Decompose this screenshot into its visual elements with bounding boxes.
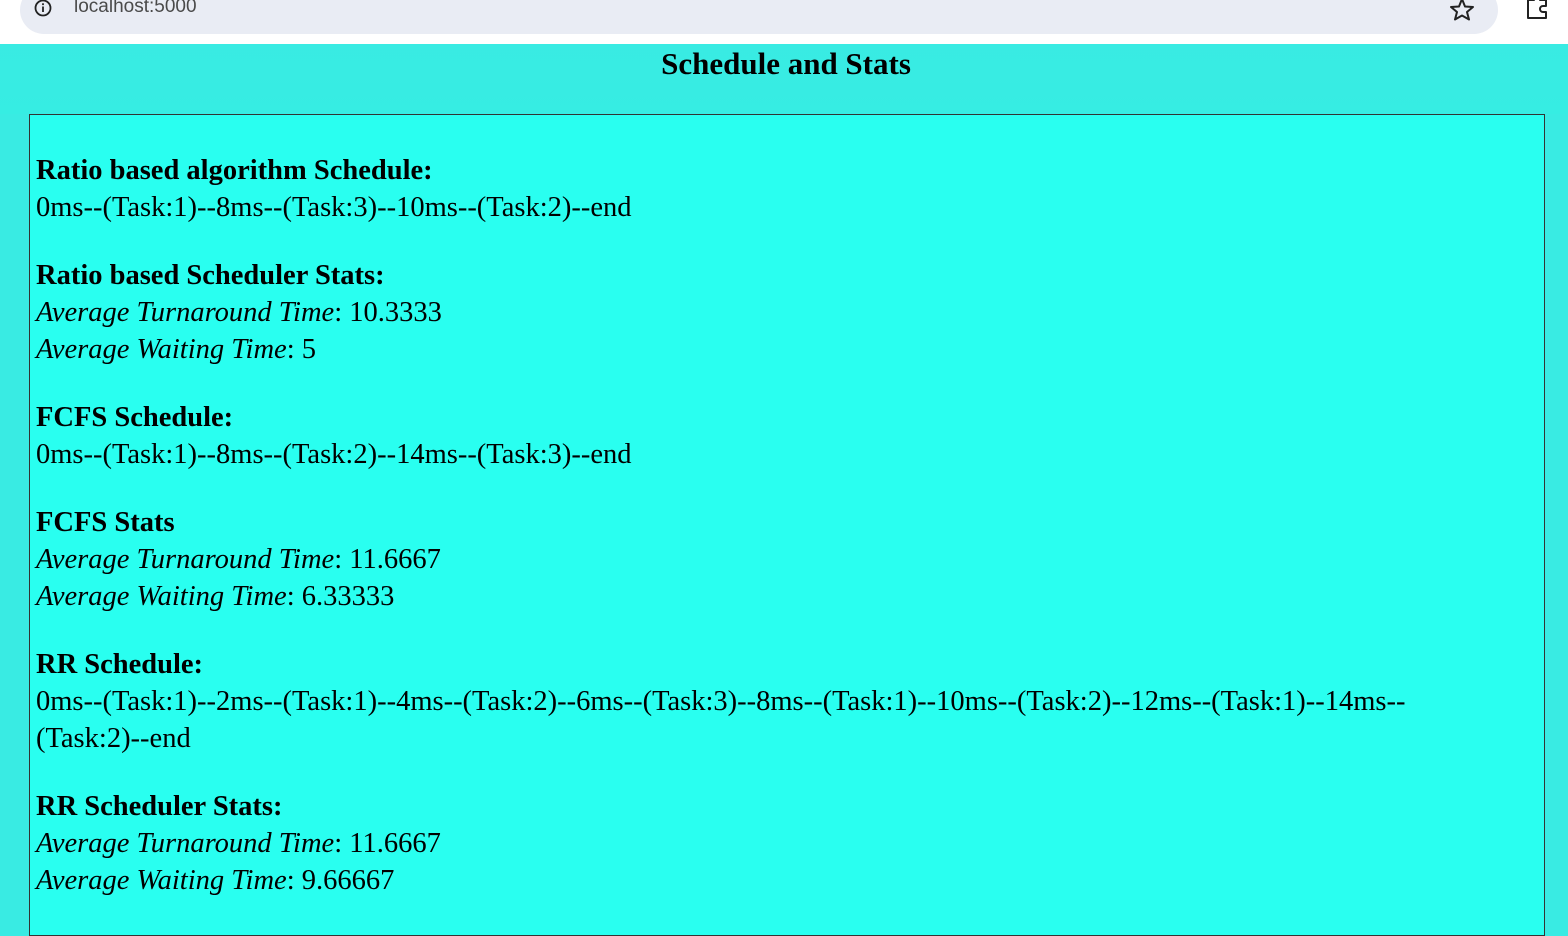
ratio-stats-section: Ratio based Scheduler Stats: Average Tur… <box>36 257 1536 368</box>
ratio-schedule-timeline: 0ms--(Task:1)--8ms--(Task:3)--10ms--(Tas… <box>36 192 632 223</box>
rr-waiting-row: Average Waiting Time: 9.66667 <box>36 862 1536 899</box>
results-content: Ratio based algorithm Schedule: 0ms--(Ta… <box>36 152 1536 930</box>
address-bar[interactable] <box>20 0 1498 34</box>
fcfs-schedule-section: FCFS Schedule: 0ms--(Task:1)--8ms--(Task… <box>36 399 1536 473</box>
fcfs-stats-section: FCFS Stats Average Turnaround Time: 11.6… <box>36 504 1536 615</box>
info-icon[interactable] <box>34 0 52 17</box>
waiting-label: Average Waiting Time <box>36 865 287 896</box>
ratio-stats-heading: Ratio based Scheduler Stats: <box>36 260 385 291</box>
turnaround-label: Average Turnaround Time <box>36 297 335 328</box>
ratio-schedule-heading: Ratio based algorithm Schedule: <box>36 155 433 186</box>
rr-stats-heading: RR Scheduler Stats: <box>36 791 283 822</box>
waiting-value: : 5 <box>286 334 316 365</box>
turnaround-value: : 11.6667 <box>334 828 441 859</box>
url-text[interactable]: localhost:5000 <box>74 0 197 19</box>
rr-schedule-heading: RR Schedule: <box>36 649 204 680</box>
turnaround-label: Average Turnaround Time <box>36 828 335 859</box>
turnaround-label: Average Turnaround Time <box>36 544 335 575</box>
ratio-schedule-section: Ratio based algorithm Schedule: 0ms--(Ta… <box>36 152 1536 226</box>
waiting-label: Average Waiting Time <box>36 581 287 612</box>
fcfs-schedule-timeline: 0ms--(Task:1)--8ms--(Task:2)--14ms--(Tas… <box>36 439 632 470</box>
ratio-turnaround-row: Average Turnaround Time: 10.3333 <box>36 294 1536 331</box>
extension-icon[interactable] <box>1522 0 1552 20</box>
star-icon[interactable] <box>1449 0 1475 21</box>
turnaround-value: : 10.3333 <box>334 297 442 328</box>
waiting-label: Average Waiting Time <box>36 334 287 365</box>
rr-schedule-timeline-line1: 0ms--(Task:1)--2ms--(Task:1)--4ms--(Task… <box>36 686 1406 717</box>
rr-turnaround-row: Average Turnaround Time: 11.6667 <box>36 825 1536 862</box>
page-title: Schedule and Stats <box>661 46 911 81</box>
ratio-waiting-row: Average Waiting Time: 5 <box>36 331 1536 368</box>
fcfs-schedule-heading: FCFS Schedule: <box>36 402 234 433</box>
rr-schedule-timeline-line2: (Task:2)--end <box>36 723 191 754</box>
waiting-value: : 9.66667 <box>286 865 395 896</box>
turnaround-value: : 11.6667 <box>334 544 441 575</box>
rr-schedule-section: RR Schedule: 0ms--(Task:1)--2ms--(Task:1… <box>36 646 1536 757</box>
waiting-value: : 6.33333 <box>286 581 395 612</box>
browser-toolbar: localhost:5000 <box>0 0 1568 44</box>
fcfs-waiting-row: Average Waiting Time: 6.33333 <box>36 578 1536 615</box>
results-panel: Ratio based algorithm Schedule: 0ms--(Ta… <box>29 114 1545 936</box>
rr-stats-section: RR Scheduler Stats: Average Turnaround T… <box>36 788 1536 899</box>
fcfs-stats-heading: FCFS Stats <box>36 507 175 538</box>
fcfs-turnaround-row: Average Turnaround Time: 11.6667 <box>36 541 1536 578</box>
